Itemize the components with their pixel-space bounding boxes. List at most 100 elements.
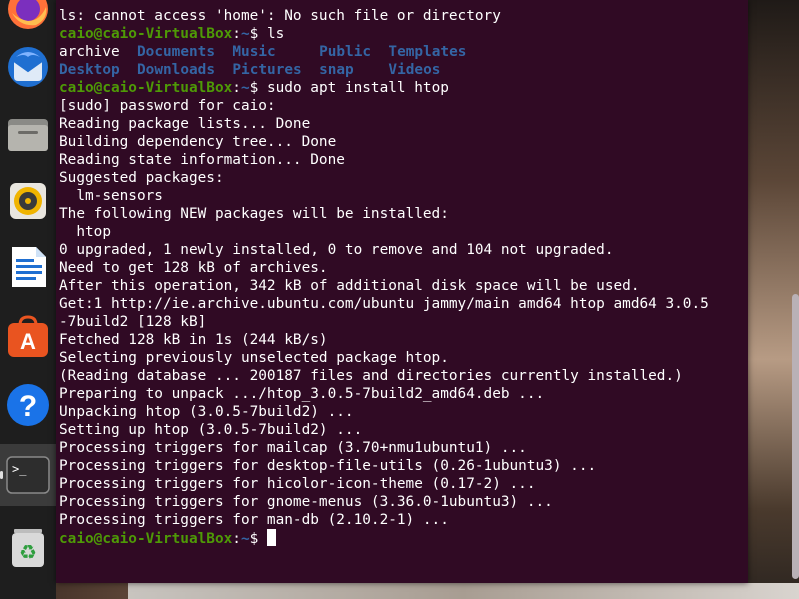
terminal-line: Suggested packages: [59,169,736,187]
output-text: lm-sensors [59,188,163,204]
output-text: Setting up htop (3.0.5-7build2) ... [59,422,363,438]
output-text: Preparing to unpack .../htop_3.0.5-7buil… [59,386,545,402]
terminal-scrollbar[interactable] [792,294,799,579]
thunderbird-launcher[interactable] [0,36,56,98]
terminal-line: Desktop Downloads Pictures snap Videos [59,61,736,79]
terminal-line: Need to get 128 kB of archives. [59,259,736,277]
running-indicator [0,471,3,479]
directory-entry: Templates [388,44,467,60]
terminal-line: (Reading database ... 200187 files and d… [59,367,736,385]
terminal-output[interactable]: ls: cannot access 'home': No such file o… [59,7,736,547]
output-text: Processing triggers for desktop-file-uti… [59,458,597,474]
terminal-line: Processing triggers for mailcap (3.70+nm… [59,439,736,457]
directory-entry: snap [319,62,354,78]
output-text: ls: cannot access 'home': No such file o… [59,8,501,24]
file-entry: archive [59,44,120,60]
writer-launcher[interactable] [0,236,56,298]
trash-icon: ♻ [6,525,50,569]
folder-icon [6,111,50,155]
terminal-line: Building dependency tree... Done [59,133,736,151]
wallpaper-bottom-strip [128,583,799,599]
output-text: Processing triggers for hicolor-icon-the… [59,476,536,492]
output-text: htop [59,224,111,240]
terminal-line: Processing triggers for hicolor-icon-the… [59,475,736,493]
directory-entry: Music [232,44,276,60]
directory-entry: Pictures [232,62,302,78]
prompt-user: caio@caio-VirtualBox [59,26,233,42]
terminal-line: Get:1 http://ie.archive.ubuntu.com/ubunt… [59,295,736,313]
app-store-icon: A [6,315,50,359]
directory-entry: Videos [388,62,441,78]
terminal-line: After this operation, 342 kB of addition… [59,277,736,295]
terminal-window[interactable]: ls: cannot access 'home': No such file o… [56,0,799,583]
directory-entry: Downloads [137,62,215,78]
output-text: After this operation, 342 kB of addition… [59,278,640,294]
terminal-line: Preparing to unpack .../htop_3.0.5-7buil… [59,385,736,403]
output-text: Processing triggers for mailcap (3.70+nm… [59,440,527,456]
prompt-user: caio@caio-VirtualBox [59,531,233,547]
help-glyph: ? [19,390,37,423]
output-text: [sudo] password for caio: [59,98,276,114]
terminal-launcher[interactable]: >_ [0,444,56,506]
prompt-separator: : [232,531,241,547]
output-text: Processing triggers for gnome-menus (3.3… [59,494,553,510]
document-icon [6,245,50,289]
prompt-separator: : [232,80,241,96]
terminal-icon: >_ [6,453,50,497]
directory-entry: Public [319,44,372,60]
terminal-line: htop [59,223,736,241]
terminal-line: -7build2 [128 kB] [59,313,736,331]
firefox-icon [6,0,50,31]
files-launcher[interactable] [0,102,56,164]
output-text: The following NEW packages will be insta… [59,206,449,222]
terminal-line: The following NEW packages will be insta… [59,205,736,223]
prompt-user: caio@caio-VirtualBox [59,80,233,96]
dock: A ? >_ ♻ [0,0,56,599]
terminal-line: Processing triggers for man-db (2.10.2-1… [59,511,736,529]
terminal-line: caio@caio-VirtualBox:~$ sudo apt install… [59,79,736,97]
directory-entry: Desktop [59,62,120,78]
output-text: Reading state information... Done [59,152,345,168]
output-text: (Reading database ... 200187 files and d… [59,368,683,384]
output-text: Processing triggers for man-db (2.10.2-1… [59,512,449,528]
output-text: Building dependency tree... Done [59,134,337,150]
firefox-launcher[interactable] [0,0,56,40]
terminal-line: Reading package lists... Done [59,115,736,133]
rhythmbox-launcher[interactable] [0,170,56,232]
terminal-glyph: >_ [12,462,27,476]
output-text: Unpacking htop (3.0.5-7build2) ... [59,404,354,420]
thunderbird-icon [6,45,50,89]
trash-launcher[interactable]: ♻ [0,516,56,578]
terminal-line: Processing triggers for desktop-file-uti… [59,457,736,475]
terminal-line: Fetched 128 kB in 1s (244 kB/s) [59,331,736,349]
output-text: Need to get 128 kB of archives. [59,260,328,276]
directory-entry: Documents [137,44,215,60]
output-text: Get:1 http://ie.archive.ubuntu.com/ubunt… [59,296,709,312]
software-launcher[interactable]: A [0,306,56,368]
output-text: 0 upgraded, 1 newly installed, 0 to remo… [59,242,614,258]
output-text: -7build2 [128 kB] [59,314,207,330]
prompt-symbol: $ [249,531,259,547]
output-text: Fetched 128 kB in 1s (244 kB/s) [59,332,328,348]
terminal-line: caio@caio-VirtualBox:~$ ls [59,25,736,43]
command-text: ls [258,26,285,42]
help-launcher[interactable]: ? [0,374,56,436]
terminal-line: ls: cannot access 'home': No such file o… [59,7,736,25]
output-text: Selecting previously unselected package … [59,350,449,366]
prompt-separator: : [232,26,241,42]
terminal-line: Setting up htop (3.0.5-7build2) ... [59,421,736,439]
terminal-line: caio@caio-VirtualBox:~$ [59,529,736,547]
text-cursor[interactable] [266,529,276,546]
command-text: sudo apt install htop [258,80,449,96]
prompt-symbol: $ [249,26,259,42]
output-text: Reading package lists... Done [59,116,311,132]
command-text [258,531,267,547]
svg-text:A: A [20,329,36,354]
prompt-path: ~ [240,531,250,547]
recycle-glyph: ♻ [19,540,37,564]
terminal-line: 0 upgraded, 1 newly installed, 0 to remo… [59,241,736,259]
terminal-line: Reading state information... Done [59,151,736,169]
terminal-line: Unpacking htop (3.0.5-7build2) ... [59,403,736,421]
prompt-path: ~ [240,26,250,42]
terminal-line: archive Documents Music Public Templates [59,43,736,61]
